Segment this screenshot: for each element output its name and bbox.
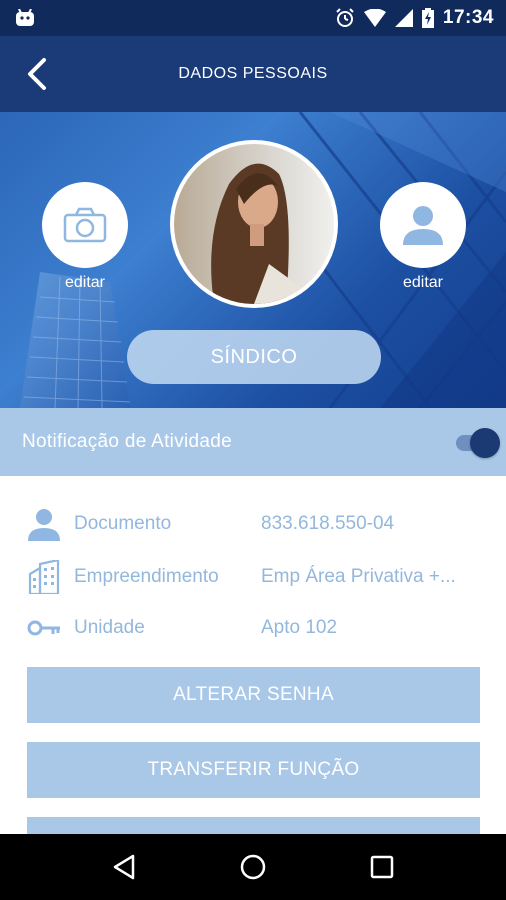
android-notification-icon: [16, 9, 34, 26]
profile-photo: [174, 144, 334, 304]
back-triangle-icon: [114, 854, 135, 880]
clock: 17:34: [442, 7, 494, 28]
info-value: Apto 102: [261, 617, 338, 638]
key-icon: [26, 610, 62, 646]
battery-icon: [421, 8, 434, 28]
edit-cover-label[interactable]: editar: [40, 274, 130, 292]
toggle-knob: [470, 428, 500, 458]
person-icon: [26, 506, 62, 542]
wifi-icon: [363, 9, 386, 27]
back-arrow-icon[interactable]: [22, 54, 54, 94]
info-row-document: Documento 833.618.550-04: [0, 504, 506, 544]
info-row-development: Empreendimento Emp Área Privativa +...: [0, 557, 506, 597]
home-circle-icon: [240, 854, 266, 880]
info-row-unit: Unidade Apto 102: [0, 608, 506, 648]
notification-toggle[interactable]: [452, 428, 500, 458]
change-password-button[interactable]: ALTERAR SENHA: [27, 667, 480, 723]
profile-header: editar editar SÍNDICO: [0, 112, 506, 408]
alarm-icon: [336, 8, 354, 27]
change-avatar-button[interactable]: [380, 182, 466, 268]
person-icon: [403, 206, 443, 245]
status-bar: 17:34: [0, 0, 506, 36]
recents-square-icon: [370, 855, 393, 879]
role-badge: SÍNDICO: [127, 330, 381, 384]
info-key: Unidade: [74, 617, 145, 638]
nav-recents-button[interactable]: [362, 847, 402, 887]
personal-data-panel: Documento 833.618.550-04 Empreendimento …: [0, 476, 506, 873]
building-icon: [26, 559, 62, 595]
nav-back-button[interactable]: [104, 847, 144, 887]
nav-home-button[interactable]: [233, 847, 273, 887]
info-value: Emp Área Privativa +...: [261, 566, 456, 587]
info-value: 833.618.550-04: [261, 513, 395, 534]
info-key: Empreendimento: [74, 566, 219, 587]
app-bar: DADOS PESSOAIS: [0, 36, 506, 112]
edit-avatar-label[interactable]: editar: [378, 274, 468, 292]
system-nav-bar: [0, 834, 506, 900]
signal-icon: [394, 9, 413, 27]
notification-label: Notificação de Atividade: [22, 431, 232, 452]
transfer-role-button[interactable]: TRANSFERIR FUNÇÃO: [27, 742, 480, 798]
camera-icon: [63, 207, 107, 243]
page-title: DADOS PESSOAIS: [178, 65, 328, 82]
change-cover-button[interactable]: [42, 182, 128, 268]
info-key: Documento: [74, 513, 172, 534]
profile-avatar[interactable]: [170, 140, 338, 308]
notification-setting-row: Notificação de Atividade: [0, 408, 506, 476]
